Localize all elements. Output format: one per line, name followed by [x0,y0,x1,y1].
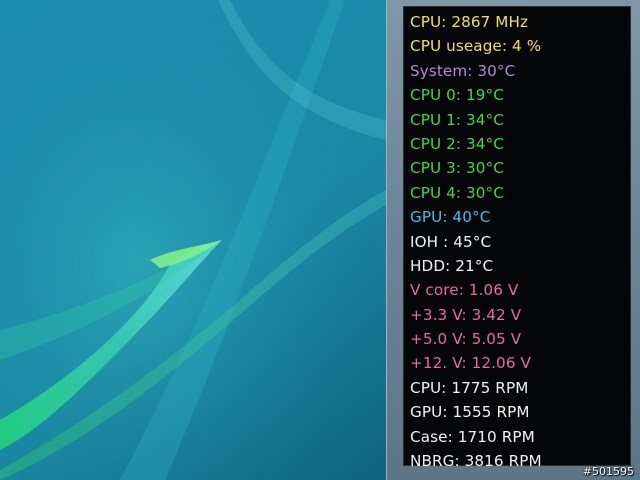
monitor-reading: IOH : 45°C [410,232,492,251]
monitor-reading: CPU 2: 34°C [410,134,504,153]
monitor-reading: CPU 1: 34°C [410,110,504,129]
watermark-text: #501595 [582,465,634,478]
hardware-monitor-panel: CPU: 2867 MHz CPU useage: 4 % System: 30°C… [403,6,631,470]
monitor-reading: GPU: 1555 RPM [410,403,530,422]
monitor-reading: +3.3 V: 3.42 V [410,305,522,324]
monitor-reading: +12. V: 12.06 V [410,354,531,373]
monitor-reading: CPU 3: 30°C [410,159,504,178]
monitor-reading: V core: 1.06 V [410,281,519,300]
monitor-reading: CPU 0: 19°C [410,86,504,105]
monitor-reading: +5.0 V: 5.05 V [410,330,522,349]
monitor-reading: CPU 4: 30°C [410,183,504,202]
monitor-reading: Case: 1710 RPM [410,427,535,446]
monitor-reading: System: 30°C [410,61,516,80]
monitor-reading: GPU: 40°C [410,208,491,227]
monitor-reading: CPU: 2867 MHz [410,13,529,31]
monitor-reading: CPU: 1775 RPM [410,378,529,397]
sidebar-gadget-frame: CPU: 2867 MHz CPU useage: 4 % System: 30°C… [386,0,640,480]
monitor-reading: HDD: 21°C [410,256,494,275]
monitor-reading: CPU useage: 4 % [410,37,542,56]
